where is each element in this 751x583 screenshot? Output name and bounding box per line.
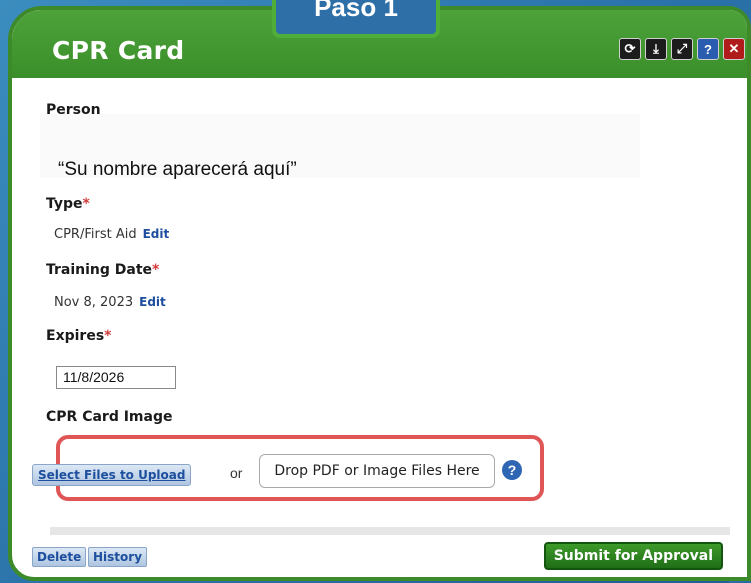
training-date-edit-link[interactable]: Edit xyxy=(139,295,166,309)
submit-for-approval-button[interactable]: Submit for Approval xyxy=(543,542,723,570)
expand-icon[interactable]: ⤢ xyxy=(671,38,693,60)
required-mark: * xyxy=(104,328,112,344)
history-button[interactable]: History xyxy=(88,547,148,567)
type-value-text: CPR/First Aid xyxy=(54,227,137,242)
type-label: Type* xyxy=(46,196,90,212)
select-files-button[interactable]: Select Files to Upload xyxy=(32,464,192,486)
name-placeholder-note: “Su nombre aparecerá aquí” xyxy=(58,159,297,180)
training-date-value: Nov 8, 2023 Edit xyxy=(54,295,166,310)
help-icon[interactable]: ? xyxy=(697,38,719,60)
training-date-value-text: Nov 8, 2023 xyxy=(54,295,134,310)
or-text: or xyxy=(230,465,243,481)
training-date-label-text: Training Date xyxy=(46,262,153,278)
expires-label: Expires* xyxy=(46,328,111,344)
close-icon[interactable]: ✕ xyxy=(723,38,745,60)
cpr-card-window: CPR Card ⟳ ⤓ ⤢ ? ✕ Person “Su nombre apa… xyxy=(8,6,751,581)
person-label: Person xyxy=(46,102,101,118)
type-value: CPR/First Aid Edit xyxy=(54,227,169,242)
card-image-label: CPR Card Image xyxy=(46,409,173,425)
drop-files-zone[interactable]: Drop PDF or Image Files Here xyxy=(259,454,495,488)
type-label-text: Type xyxy=(46,196,83,212)
type-edit-link[interactable]: Edit xyxy=(143,227,170,241)
required-mark: * xyxy=(82,196,90,212)
required-mark: * xyxy=(152,262,160,278)
delete-button[interactable]: Delete xyxy=(32,547,87,567)
footer-divider xyxy=(50,527,730,535)
step-tab: Paso 1 xyxy=(272,0,440,38)
expires-label-text: Expires xyxy=(46,328,105,344)
window-tools: ⟳ ⤓ ⤢ ? ✕ xyxy=(619,38,745,60)
expires-input[interactable]: 11/8/2026 xyxy=(56,366,176,389)
training-date-label: Training Date* xyxy=(46,262,159,278)
download-icon[interactable]: ⤓ xyxy=(645,38,667,60)
window-title: CPR Card xyxy=(52,36,185,65)
refresh-icon[interactable]: ⟳ xyxy=(619,38,641,60)
upload-help-icon[interactable]: ? xyxy=(502,460,522,480)
